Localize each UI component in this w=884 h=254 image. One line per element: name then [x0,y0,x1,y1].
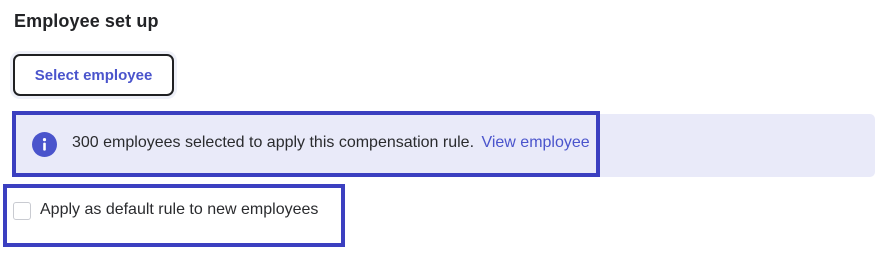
view-employee-link[interactable]: View employee [481,134,589,151]
info-message-text: 300 employees selected to apply this com… [72,134,475,151]
default-rule-label[interactable]: Apply as default rule to new employees [40,201,318,219]
employee-setup-panel: Employee set up Select employee 300 empl… [0,0,884,254]
section-title: Employee set up [14,11,159,31]
info-message: 300 employees selected to apply this com… [72,134,590,152]
select-employee-button[interactable]: Select employee [13,54,174,96]
default-rule-checkbox[interactable] [13,202,31,220]
info-icon [32,132,57,157]
